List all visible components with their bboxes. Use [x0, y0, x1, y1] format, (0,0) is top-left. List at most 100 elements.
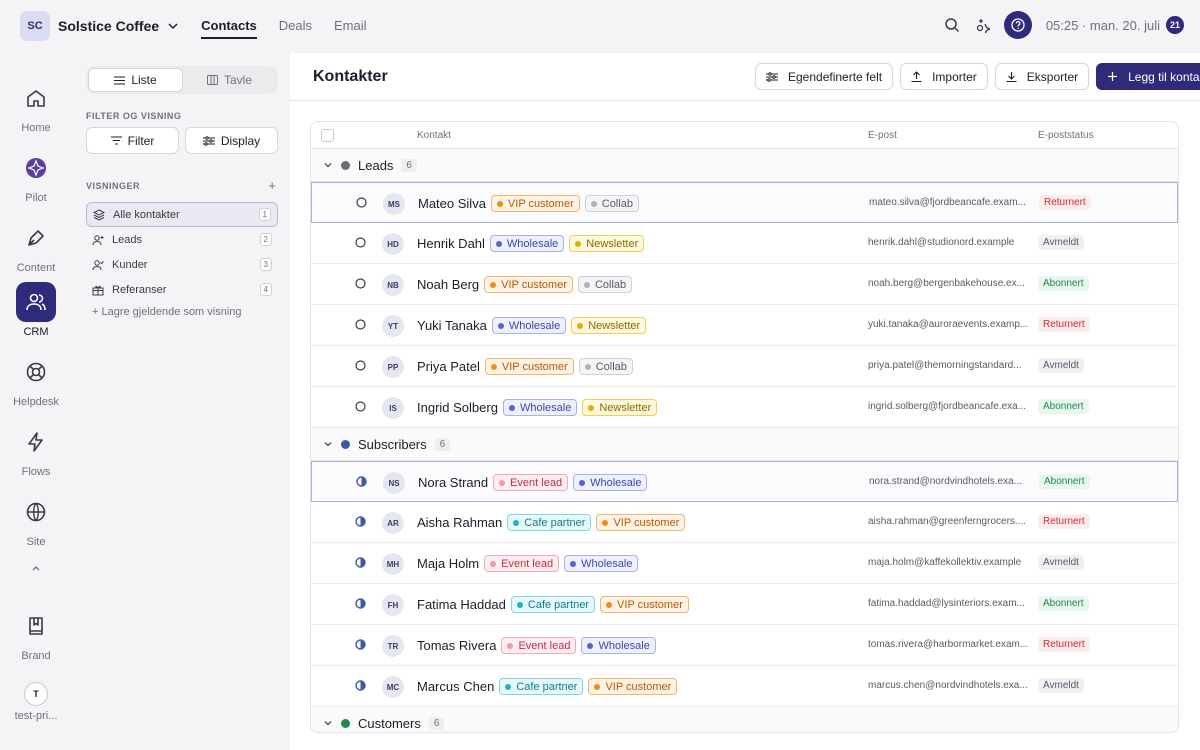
select-all-checkbox[interactable] — [321, 129, 334, 142]
table-row[interactable]: PP Priya Patel VIP customer Collab priya.pat… — [311, 346, 1178, 387]
filter-button[interactable]: Filter — [86, 127, 179, 154]
table-row[interactable]: AR Aisha Rahman Cafe partner VIP customer ai… — [311, 502, 1178, 543]
top-nav: Contacts Deals Email — [201, 14, 367, 39]
rail-label: CRM — [23, 326, 49, 338]
contact-cell[interactable]: Fatima Haddad Cafe partner VIP customer — [417, 596, 689, 613]
custom-fields-button[interactable]: Egendefinerte felt — [755, 63, 894, 90]
avatar: MS — [383, 193, 405, 215]
table-row[interactable]: NS Nora Strand Event lead Wholesale nora.str… — [311, 461, 1178, 502]
rail-label: Flows — [21, 466, 51, 478]
rail-home[interactable]: Home — [0, 78, 72, 134]
group-header[interactable]: Customers 6 — [311, 707, 1178, 732]
download-icon — [1006, 72, 1017, 82]
col-contact: Kontakt — [417, 130, 451, 141]
table-row[interactable]: TR Tomas Rivera Event lead Wholesale tomas.r… — [311, 625, 1178, 666]
workspace-badge[interactable]: SC — [20, 11, 50, 41]
columns-icon — [206, 75, 218, 85]
table-row[interactable]: HD Henrik Dahl Wholesale Newsletter henrik.d… — [311, 223, 1178, 264]
group-label: Subscribers — [358, 436, 427, 452]
chevron-down-icon[interactable] — [323, 718, 333, 728]
pen-icon — [28, 230, 44, 246]
tag-label: VIP customer — [605, 680, 672, 693]
col-email-status: E-poststatus — [1038, 130, 1094, 141]
contact-cell[interactable]: Priya Patel VIP customer Collab — [417, 358, 633, 375]
contact-cell[interactable]: Marcus Chen Cafe partner VIP customer — [417, 678, 678, 695]
rail-collapse[interactable] — [0, 562, 72, 574]
contact-tag: Event lead — [493, 474, 569, 491]
nav-email[interactable]: Email — [334, 14, 367, 39]
header-actions: Egendefinerte felt Importer Eksporter Le… — [755, 63, 1200, 90]
tag-label: Collab — [601, 197, 633, 210]
search-icon[interactable] — [944, 17, 960, 33]
contact-cell[interactable]: Tomas Rivera Event lead Wholesale — [417, 637, 656, 654]
table-row[interactable]: MH Maja Holm Event lead Wholesale maja.holm@… — [311, 543, 1178, 584]
avatar: NB — [382, 274, 404, 296]
display-button[interactable]: Display — [185, 127, 278, 154]
contact-cell[interactable]: Yuki Tanaka Wholesale Newsletter — [417, 317, 647, 334]
view-toggle: Liste Tavle — [86, 66, 278, 94]
filter-label: Filter — [127, 133, 155, 148]
chevron-down-icon[interactable] — [323, 160, 333, 170]
contact-cell[interactable]: Henrik Dahl Wholesale Newsletter — [417, 235, 645, 252]
help-button[interactable] — [1003, 11, 1032, 39]
table-row[interactable]: NB Noah Berg VIP customer Collab noah.berg@b… — [311, 264, 1178, 305]
rail-pilot[interactable]: Pilot — [0, 148, 72, 204]
table-row[interactable]: MC Marcus Chen Cafe partner VIP customer mar… — [311, 666, 1178, 707]
rail-content[interactable]: Content — [0, 218, 72, 274]
rail-crm[interactable]: CRM — [0, 282, 72, 338]
half-circle-icon — [355, 557, 366, 568]
view-customers[interactable]: Kunder 3 — [86, 252, 278, 277]
tag-label: Event lead — [501, 557, 554, 570]
contact-email: nora.strand@nordvindhotels.exa... — [869, 476, 1023, 487]
view-references[interactable]: Referanser 4 — [86, 277, 278, 302]
contact-tag: Cafe partner — [499, 678, 584, 695]
table-row[interactable]: MS Mateo Silva VIP customer Collab mateo.sil… — [311, 182, 1178, 223]
rail-brand[interactable]: Brand — [0, 606, 72, 662]
table-row[interactable]: IS Ingrid Solberg Wholesale Newsletter ingri… — [311, 387, 1178, 428]
contact-email: noah.berg@bergenbakehouse.ex... — [868, 278, 1025, 289]
email-status-badge: Abonnert — [1038, 399, 1089, 414]
group-header[interactable]: Leads 6 — [311, 149, 1178, 182]
chevron-down-icon[interactable] — [323, 439, 333, 449]
table-row[interactable]: FH Fatima Haddad Cafe partner VIP customer f… — [311, 584, 1178, 625]
add-contact-button[interactable]: Legg til kontakt — [1096, 63, 1200, 90]
save-view-link[interactable]: + Lagre gjeldende som visning — [86, 306, 278, 318]
contact-email: priya.patel@themorningstandard... — [868, 360, 1022, 371]
add-view-icon[interactable]: + — [268, 178, 278, 193]
contact-cell[interactable]: Nora Strand Event lead Wholesale — [418, 474, 648, 491]
tag-dot — [570, 560, 577, 567]
sparkle-icon[interactable] — [974, 17, 990, 33]
tag-label: Event lead — [518, 639, 571, 652]
filter-heading: FILTER OG VISNING — [86, 111, 182, 121]
rail-helpdesk[interactable]: Helpdesk — [0, 352, 72, 408]
chevron-down-icon[interactable] — [167, 20, 179, 32]
table-row[interactable]: YT Yuki Tanaka Wholesale Newsletter yuki.tan… — [311, 305, 1178, 346]
export-button[interactable]: Eksporter — [994, 63, 1090, 90]
tag-dot — [497, 322, 504, 329]
list-view-button[interactable]: Liste — [88, 68, 183, 92]
view-label: Referanser — [112, 283, 167, 296]
board-view-button[interactable]: Tavle — [183, 68, 276, 92]
nav-contacts[interactable]: Contacts — [201, 14, 257, 39]
plus-icon — [1108, 72, 1118, 81]
contact-cell[interactable]: Aisha Rahman Cafe partner VIP customer — [417, 514, 686, 531]
group-header[interactable]: Subscribers 6 — [311, 428, 1178, 461]
question-icon — [1011, 18, 1025, 32]
globe-icon — [26, 502, 46, 522]
calendar-badge[interactable]: 21 — [1166, 16, 1184, 34]
contact-name: Aisha Rahman — [417, 515, 503, 530]
contact-cell[interactable]: Maja Holm Event lead Wholesale — [417, 555, 639, 572]
rail-site[interactable]: Site — [0, 492, 72, 548]
contact-name: Noah Berg — [417, 277, 480, 292]
rail-flows[interactable]: Flows — [0, 422, 72, 478]
workspace-name[interactable]: Solstice Coffee — [58, 18, 159, 34]
contact-cell[interactable]: Mateo Silva VIP customer Collab — [418, 195, 639, 212]
view-all-contacts[interactable]: Alle kontakter 1 — [86, 202, 278, 227]
rail-user[interactable]: T test-pri... — [0, 682, 72, 722]
col-email: E-post — [868, 130, 897, 141]
view-leads[interactable]: Leads 2 — [86, 227, 278, 252]
contact-cell[interactable]: Ingrid Solberg Wholesale Newsletter — [417, 399, 658, 416]
import-button[interactable]: Importer — [900, 63, 988, 90]
nav-deals[interactable]: Deals — [279, 14, 312, 39]
contact-cell[interactable]: Noah Berg VIP customer Collab — [417, 276, 633, 293]
